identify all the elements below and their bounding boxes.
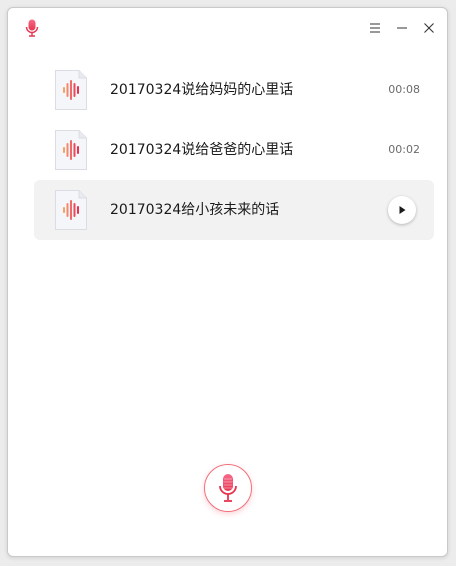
play-button[interactable] (388, 196, 416, 224)
minimize-button[interactable] (391, 18, 413, 38)
recorder-window: 20170324说给妈妈的心里话 00:08 20170324说给爸爸的心里话 … (7, 7, 448, 557)
play-icon (399, 206, 406, 214)
menu-button[interactable] (364, 18, 386, 38)
record-button[interactable] (204, 464, 252, 512)
audio-file-icon (54, 189, 88, 231)
recording-item-selected[interactable]: 20170324给小孩未来的话 (34, 180, 434, 240)
titlebar (8, 8, 447, 48)
recording-duration: 00:02 (388, 143, 420, 156)
recording-title: 20170324给小孩未来的话 (110, 202, 280, 218)
menu-icon (370, 23, 380, 33)
audio-file-icon (54, 69, 88, 111)
recording-title: 20170324说给妈妈的心里话 (110, 82, 294, 98)
close-button[interactable] (418, 18, 440, 38)
close-icon (424, 23, 434, 33)
recording-item[interactable]: 20170324说给妈妈的心里话 00:08 (34, 60, 434, 120)
recording-duration: 00:08 (388, 83, 420, 96)
audio-file-icon (54, 129, 88, 171)
microphone-icon (219, 474, 237, 502)
recording-list: 20170324说给妈妈的心里话 00:08 20170324说给爸爸的心里话 … (34, 60, 434, 240)
microphone-icon (25, 19, 39, 37)
minimize-icon (397, 27, 407, 29)
recording-title: 20170324说给爸爸的心里话 (110, 142, 294, 158)
recording-item[interactable]: 20170324说给爸爸的心里话 00:02 (34, 120, 434, 180)
